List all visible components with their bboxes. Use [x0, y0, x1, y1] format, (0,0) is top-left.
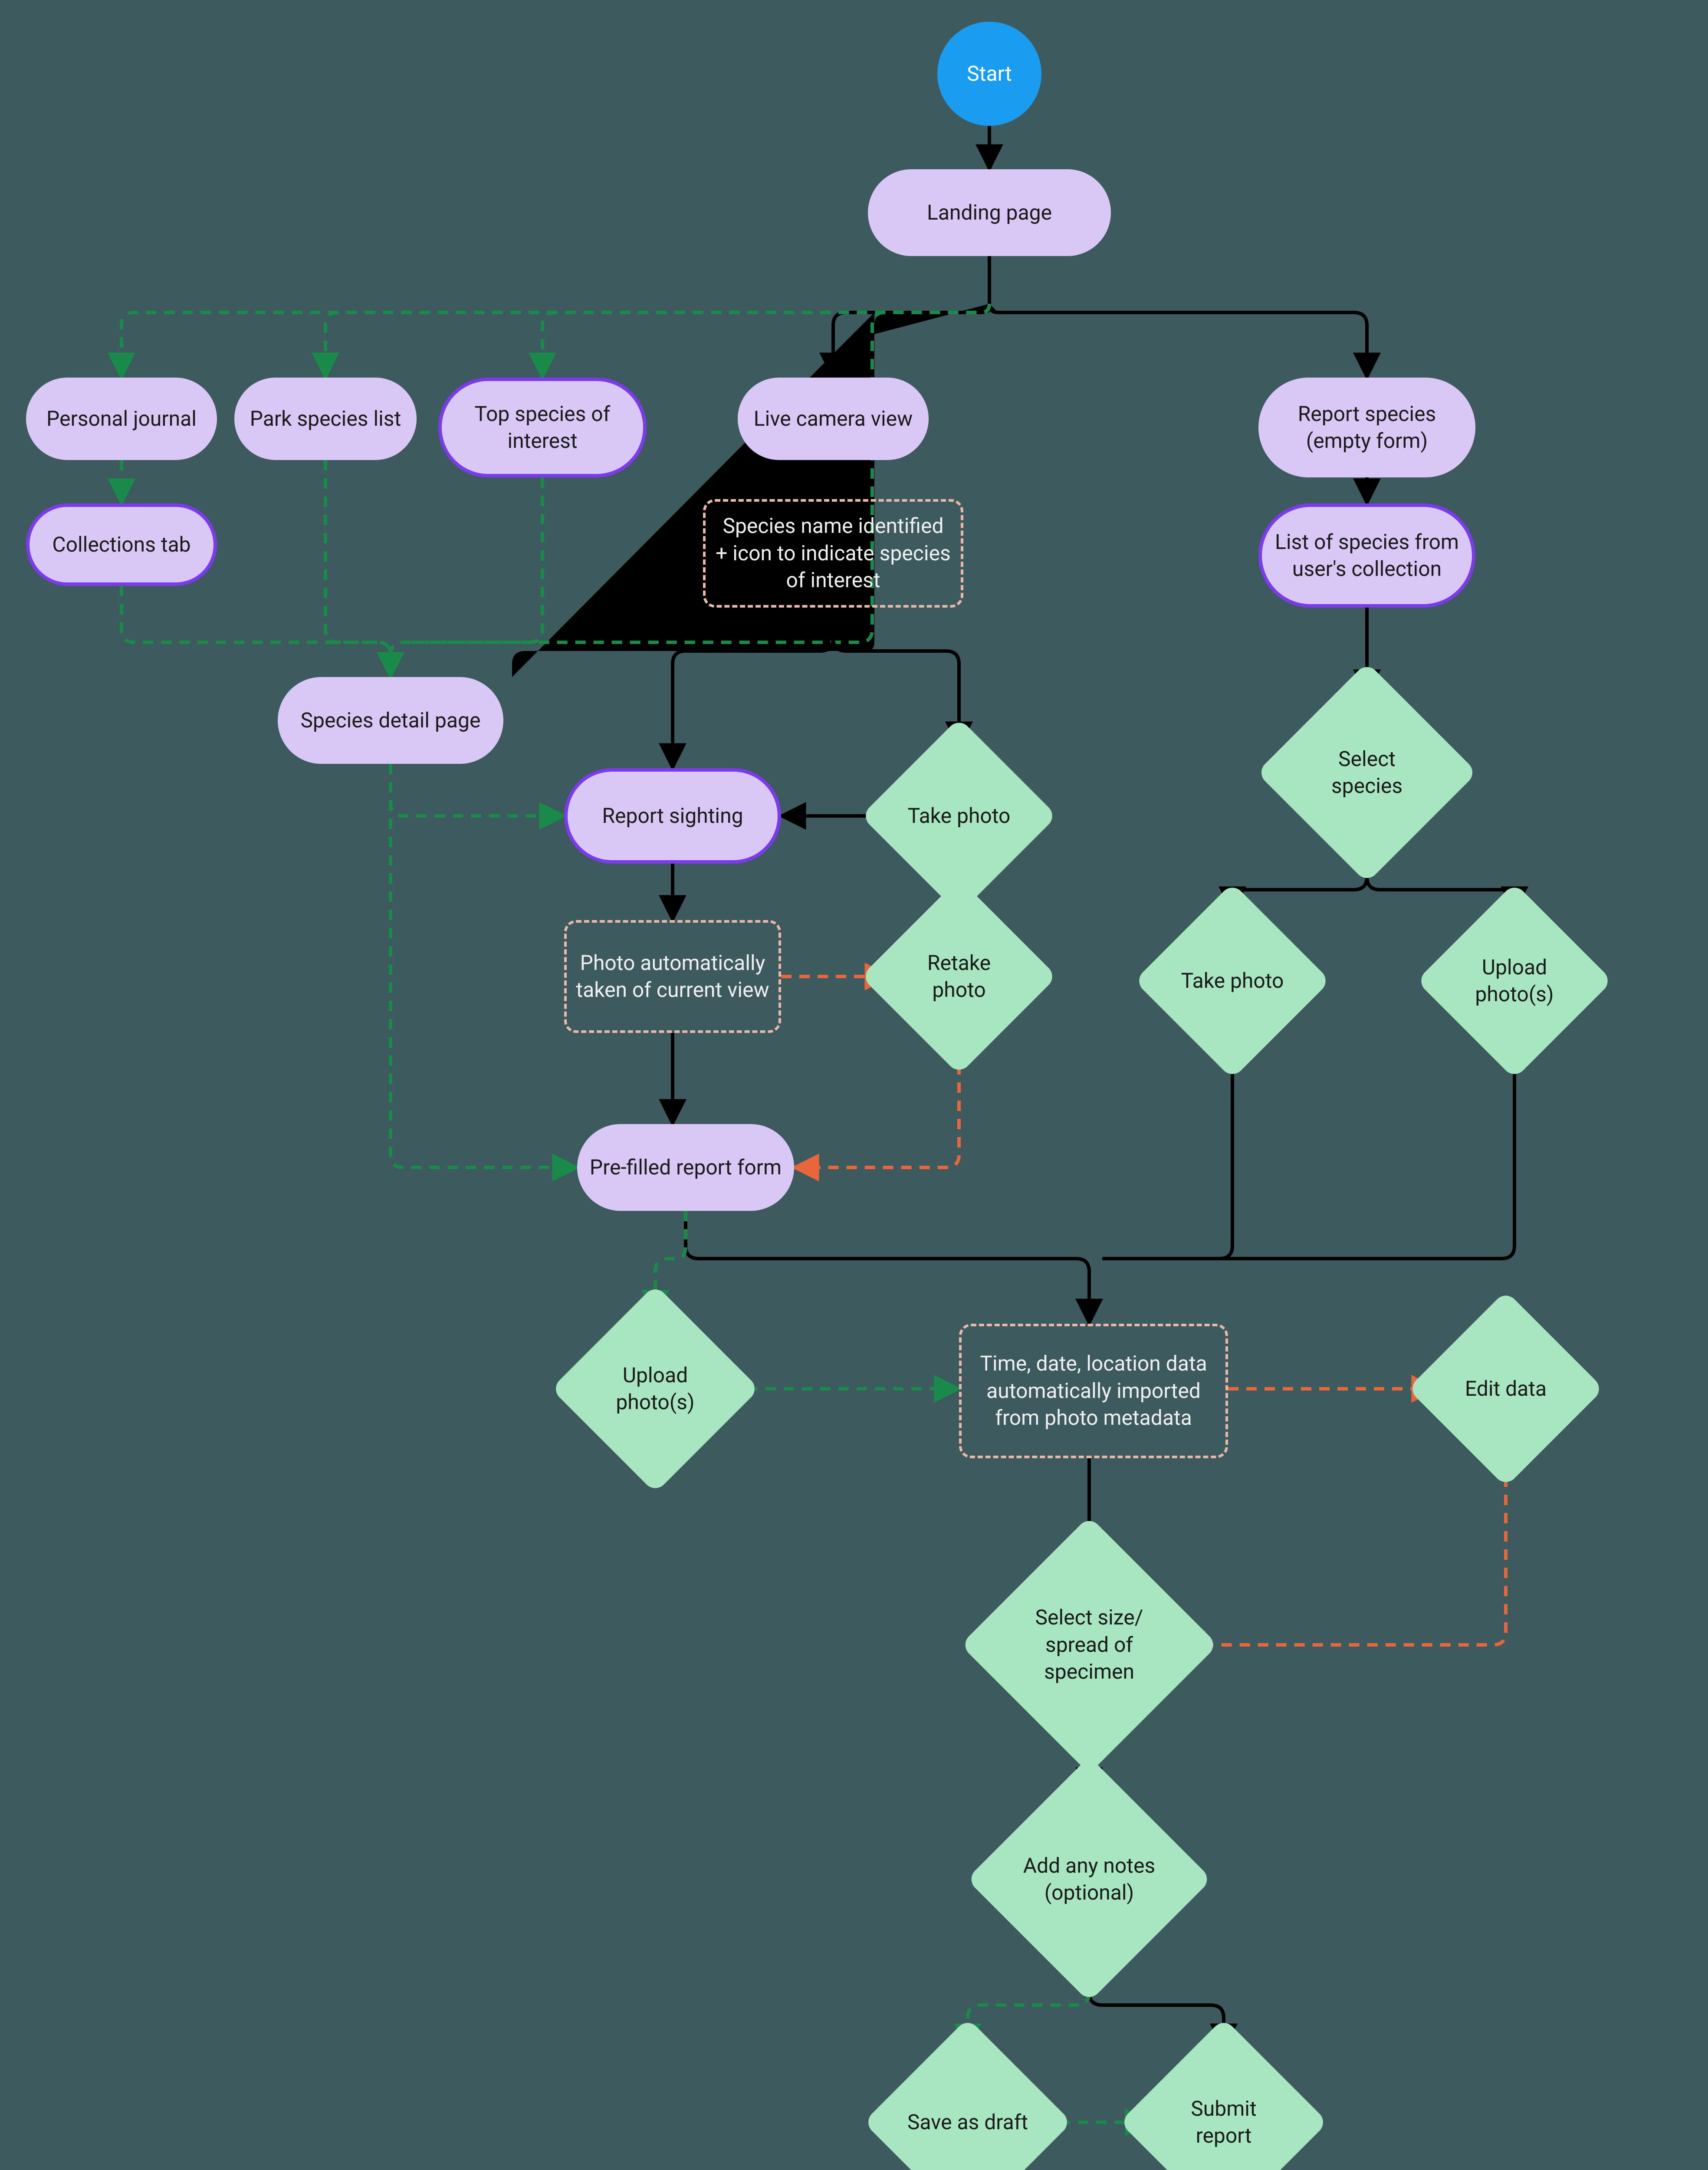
- submit-report-node: Submit report: [1150, 2048, 1297, 2170]
- upload-photos1-node: Upload photo(s): [581, 1315, 729, 1463]
- live-camera-label: Live camera view: [754, 405, 913, 432]
- retake-photo-node: Retake photo: [890, 907, 1028, 1046]
- user-collection-node: List of species from user's collection: [1258, 503, 1475, 608]
- report-sighting-label: Report sighting: [602, 802, 743, 829]
- upload-photos2-node: Upload photo(s): [1445, 911, 1584, 1050]
- save-draft-node: Save as draft: [894, 2048, 1041, 2170]
- metadata-import-node: Time, date, location data automatically …: [959, 1324, 1228, 1458]
- journal-label: Personal journal: [46, 405, 197, 432]
- take-photo-cam-node: Take photo: [890, 746, 1028, 885]
- species-identified-node: Species name identified + icon to indica…: [703, 499, 963, 608]
- select-size-label: Select size/ spread of specimen: [1007, 1604, 1171, 1685]
- collections-tab-node: Collections tab: [26, 503, 217, 586]
- collections-label: Collections tab: [52, 531, 191, 558]
- retake-photo-label: Retake photo: [897, 950, 1022, 1004]
- upload-photos1-label: Upload photo(s): [589, 1362, 722, 1416]
- report-sighting-node: Report sighting: [564, 768, 781, 864]
- select-species-label: Select species: [1297, 746, 1437, 800]
- species-detail-node: Species detail page: [278, 677, 503, 764]
- start-node: Start: [937, 22, 1041, 126]
- top-species-node: Top species of interest: [438, 378, 647, 477]
- landing-label: Landing page: [927, 199, 1052, 226]
- auto-photo-node: Photo automatically taken of current vie…: [564, 920, 781, 1033]
- metadata-import-label: Time, date, location data automatically …: [970, 1350, 1217, 1431]
- edit-data-label: Edit data: [1461, 1375, 1551, 1402]
- select-species-node: Select species: [1289, 694, 1445, 851]
- report-empty-node: Report species (empty form): [1258, 378, 1475, 477]
- edit-data-node: Edit data: [1436, 1319, 1575, 1458]
- prefilled-form-label: Pre-filled report form: [590, 1154, 782, 1181]
- top-species-label: Top species of interest: [450, 401, 634, 455]
- live-camera-node: Live camera view: [738, 378, 929, 460]
- upload-photos2-label: Upload photo(s): [1452, 954, 1577, 1008]
- add-notes-label: Add any notes (optional): [1011, 1852, 1167, 1907]
- save-draft-label: Save as draft: [903, 2109, 1032, 2136]
- flowchart-canvas: Start Landing page Personal journal Park…: [0, 0, 1708, 2170]
- report-empty-label: Report species (empty form): [1267, 401, 1467, 455]
- personal-journal-node: Personal journal: [26, 378, 217, 460]
- edges-layer: [0, 0, 1708, 2170]
- select-size-node: Select size/ spread of specimen: [998, 1554, 1180, 1736]
- take-photo2-node: Take photo: [1163, 911, 1302, 1050]
- species-id-label: Species name identified + icon to indica…: [714, 513, 952, 594]
- add-notes-node: Add any notes (optional): [1002, 1792, 1176, 1966]
- submit-report-label: Submit report: [1157, 2095, 1290, 2150]
- species-detail-label: Species detail page: [301, 707, 481, 734]
- take-photo-cam-label: Take photo: [903, 802, 1015, 829]
- start-label: Start: [967, 60, 1012, 87]
- park-species-list-node: Park species list: [234, 378, 417, 460]
- prefilled-form-node: Pre-filled report form: [577, 1124, 794, 1211]
- auto-photo-label: Photo automatically taken of current vie…: [575, 950, 770, 1004]
- park-list-label: Park species list: [250, 405, 401, 432]
- take-photo2-label: Take photo: [1177, 967, 1288, 994]
- user-collection-label: List of species from user's collection: [1271, 529, 1463, 583]
- landing-page-node: Landing page: [868, 169, 1111, 256]
